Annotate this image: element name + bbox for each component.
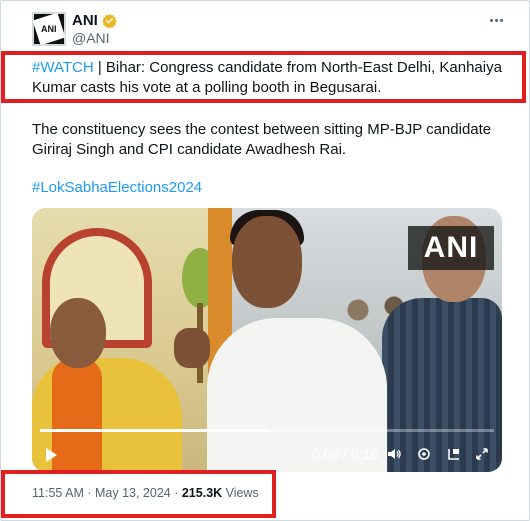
tweet-meta: 11:55 AM · May 13, 2024 · 215.3K Views bbox=[32, 486, 259, 500]
meta-separator: · bbox=[170, 486, 182, 500]
hashtag-watch-link[interactable]: #WATCH bbox=[32, 59, 94, 76]
tweet-date[interactable]: May 13, 2024 bbox=[95, 486, 171, 500]
volume-icon[interactable] bbox=[386, 446, 402, 462]
tweet-paragraph-1: #WATCH | Bihar: Congress candidate from … bbox=[32, 58, 502, 98]
watermark-text: ANI bbox=[423, 231, 479, 264]
video-controls: 0:08 / 0:16 bbox=[32, 438, 502, 472]
hashtag-election-link[interactable]: #LokSabhaElections2024 bbox=[32, 179, 202, 196]
avatar-logo-text: ANI bbox=[41, 24, 57, 34]
video-progress-bar[interactable] bbox=[40, 429, 494, 432]
more-icon[interactable] bbox=[486, 10, 506, 30]
verified-badge-icon bbox=[102, 13, 117, 28]
pip-icon[interactable] bbox=[446, 446, 462, 462]
display-name[interactable]: ANI bbox=[72, 12, 98, 29]
author-name-row: ANI bbox=[72, 12, 117, 29]
tweet-line-1-text: | Bihar: Congress candidate from North-E… bbox=[32, 59, 502, 96]
author-handle[interactable]: @ANI bbox=[72, 30, 110, 46]
video-time: 0:08 / 0:16 bbox=[312, 446, 379, 462]
settings-icon[interactable] bbox=[416, 446, 432, 462]
meta-separator: · bbox=[83, 486, 95, 500]
tweet-paragraph-2: The constituency sees the contest betwee… bbox=[32, 121, 492, 158]
avatar[interactable]: ANI bbox=[32, 12, 66, 46]
fullscreen-icon[interactable] bbox=[474, 446, 490, 462]
video-progress-fill bbox=[40, 429, 267, 432]
play-icon[interactable] bbox=[46, 448, 57, 462]
tweet-time[interactable]: 11:55 AM bbox=[32, 486, 84, 500]
video-player[interactable]: ANI 0:08 / 0:16 bbox=[32, 208, 502, 472]
ani-watermark: ANI bbox=[408, 226, 494, 270]
views-count[interactable]: 215.3K bbox=[182, 486, 222, 500]
tweet-paragraph-3: #LokSabhaElections2024 bbox=[32, 178, 502, 198]
views-label: Views bbox=[222, 486, 259, 500]
